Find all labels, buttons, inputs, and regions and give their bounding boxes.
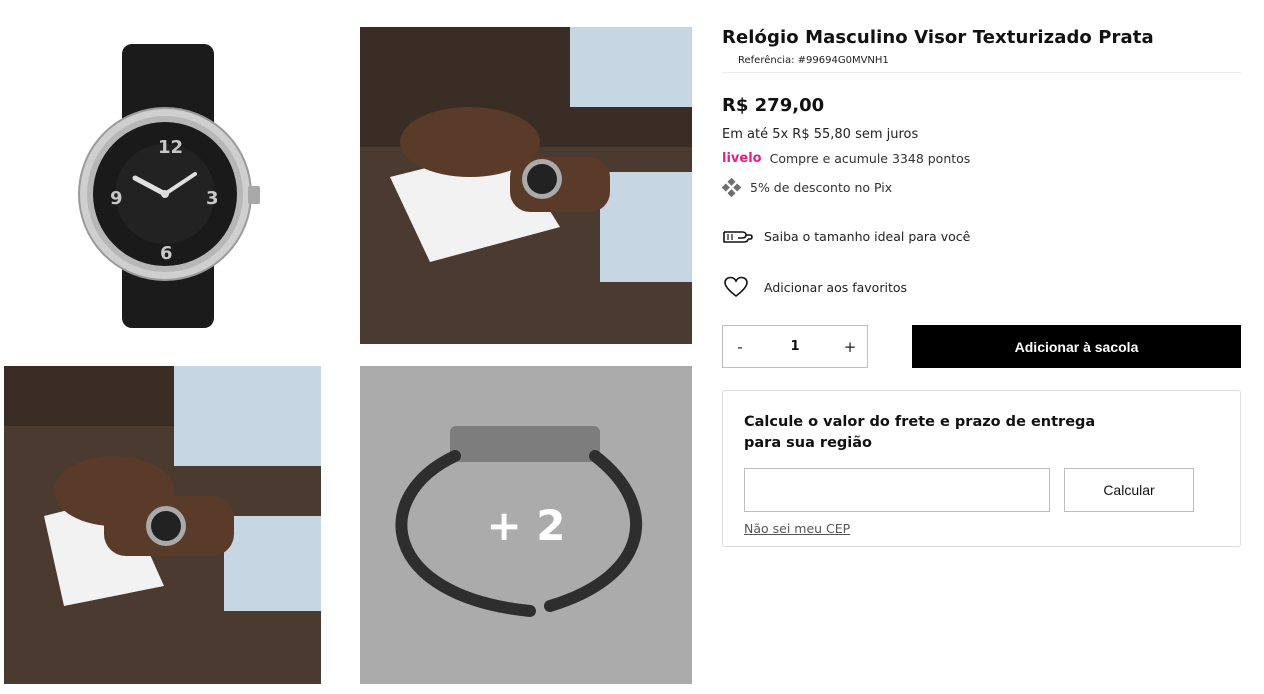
lifestyle-photo-illustration — [360, 27, 692, 344]
svg-text:9: 9 — [110, 188, 123, 209]
quantity-value[interactable]: 1 — [790, 339, 799, 354]
pix-discount: 5% de desconto no Pix — [722, 178, 892, 197]
product-title: Relógio Masculino Visor Texturizado Prat… — [722, 27, 1154, 48]
product-image-lifestyle-2[interactable] — [4, 366, 321, 684]
product-reference: Referência: #99694G0MVNH1 — [738, 55, 889, 66]
livelo-text: Compre e acumule 3348 pontos — [769, 151, 971, 166]
product-price: R$ 279,00 — [722, 95, 825, 116]
pix-icon — [722, 178, 741, 197]
product-image-side-more[interactable]: + 2 — [360, 366, 692, 684]
heart-icon — [724, 276, 748, 298]
size-guide-text: Saiba o tamanho ideal para você — [764, 228, 971, 244]
pix-text: 5% de desconto no Pix — [750, 180, 893, 195]
product-image-lifestyle-1[interactable] — [360, 27, 692, 344]
lifestyle-photo-illustration-2 — [4, 366, 321, 684]
livelo-logo: livelo — [722, 151, 762, 166]
divider — [722, 72, 1241, 73]
watch-front-illustration: 12 3 6 9 — [78, 44, 260, 328]
product-image-front[interactable]: 12 3 6 9 — [0, 18, 332, 344]
hand-measure-icon — [723, 231, 753, 243]
installments-text: Em até 5x R$ 55,80 sem juros — [722, 127, 919, 142]
shipping-title: Calcule o valor do frete e prazo de entr… — [744, 414, 1096, 451]
add-to-favorites[interactable]: Adicionar aos favoritos — [724, 276, 907, 298]
svg-text:3: 3 — [206, 188, 219, 209]
quantity-decrease-button[interactable]: - — [731, 338, 749, 356]
no-cep-link[interactable]: Não sei meu CEP — [744, 521, 850, 536]
size-guide-link[interactable]: Saiba o tamanho ideal para você — [722, 226, 970, 246]
quantity-stepper: - 1 + — [722, 325, 868, 368]
svg-text:6: 6 — [160, 243, 173, 264]
calculate-button[interactable]: Calcular — [1064, 468, 1194, 512]
livelo-points: livelo Compre e acumule 3348 pontos — [722, 151, 970, 166]
quantity-increase-button[interactable]: + — [841, 338, 859, 356]
svg-text:12: 12 — [158, 137, 183, 158]
shipping-calculator: Calcule o valor do frete e prazo de entr… — [722, 390, 1241, 547]
favorite-text: Adicionar aos favoritos — [764, 279, 907, 295]
cep-input[interactable] — [744, 468, 1050, 512]
more-images-count: + 2 — [486, 500, 566, 550]
add-to-bag-button[interactable]: Adicionar à sacola — [912, 325, 1241, 368]
